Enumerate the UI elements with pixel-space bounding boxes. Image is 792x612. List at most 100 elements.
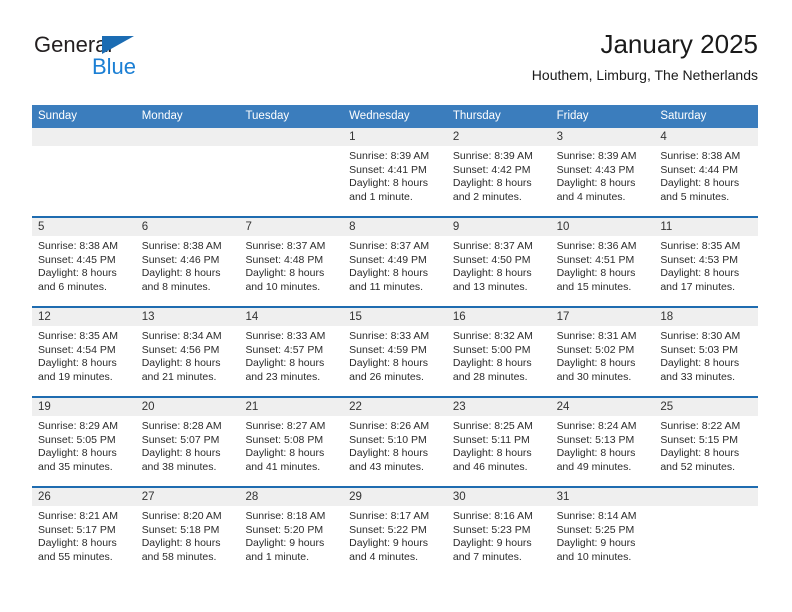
day-cell[interactable]: 24 Sunrise: 8:24 AM Sunset: 5:13 PM Dayligh… — [550, 398, 655, 486]
day-number — [239, 128, 344, 146]
day-detail-sunrise: Sunrise: 8:38 AM — [141, 240, 222, 252]
day-detail-daylight1: Daylight: 8 hours — [141, 447, 221, 460]
day-detail-daylight1: Daylight: 8 hours — [556, 447, 636, 460]
day-details: Sunrise: 8:34 AM Sunset: 4:56 PM Daylight:… — [136, 326, 240, 384]
day-detail-daylight1: Daylight: 8 hours — [38, 267, 117, 280]
day-number: 19 — [32, 398, 136, 416]
logo-text-blue: Blue — [92, 54, 137, 79]
day-detail-sunrise: Sunrise: 8:16 AM — [452, 510, 533, 522]
page-header: General Blue January 2025 Houthem, Limbu… — [34, 28, 758, 96]
day-detail-sunrise: Sunrise: 8:24 AM — [556, 420, 637, 432]
day-detail-daylight1: Daylight: 8 hours — [38, 537, 117, 550]
day-detail-sunset: Sunset: 5:22 PM — [349, 523, 427, 536]
day-detail-daylight2: and 11 minutes. — [349, 280, 424, 293]
day-cell[interactable]: 13 Sunrise: 8:34 AM Sunset: 4:56 PM Dayligh… — [135, 308, 240, 396]
day-cell[interactable]: 29 Sunrise: 8:17 AM Sunset: 5:22 PM Dayligh… — [343, 488, 447, 576]
day-detail-daylight1: Daylight: 8 hours — [660, 357, 740, 370]
day-detail-sunrise: Sunrise: 8:39 AM — [349, 150, 430, 162]
day-number: 1 — [343, 128, 447, 146]
day-number: 4 — [654, 128, 759, 146]
day-detail-daylight1: Daylight: 8 hours — [660, 267, 740, 280]
day-detail-sunrise: Sunrise: 8:29 AM — [38, 420, 118, 432]
day-detail-sunset: Sunset: 5:13 PM — [556, 433, 635, 446]
day-detail-sunrise: Sunrise: 8:32 AM — [452, 330, 533, 342]
day-detail-daylight2: and 55 minutes. — [38, 550, 113, 563]
day-detail-daylight1: Daylight: 8 hours — [245, 447, 325, 460]
day-cell[interactable]: 18 Sunrise: 8:30 AM Sunset: 5:03 PM Dayligh… — [654, 308, 759, 396]
day-cell[interactable]: 6 Sunrise: 8:38 AM Sunset: 4:46 PM Daylight… — [135, 218, 240, 306]
day-cell[interactable]: 23 Sunrise: 8:25 AM Sunset: 5:11 PM Dayligh… — [446, 398, 551, 486]
day-detail-daylight1: Daylight: 8 hours — [349, 447, 428, 460]
day-details: Sunrise: 8:35 AM Sunset: 4:53 PM Daylight:… — [654, 236, 758, 294]
day-cell[interactable]: 9 Sunrise: 8:37 AM Sunset: 4:50 PM Daylight… — [446, 218, 551, 306]
day-detail-daylight2: and 38 minutes. — [141, 460, 217, 473]
day-detail-sunset: Sunset: 4:56 PM — [141, 343, 220, 356]
day-cell[interactable]: 10 Sunrise: 8:36 AM Sunset: 4:51 PM Dayligh… — [550, 218, 655, 306]
day-detail-sunset: Sunset: 5:11 PM — [452, 433, 530, 446]
day-detail-daylight2: and 52 minutes. — [660, 460, 736, 473]
day-cell[interactable]: 28 Sunrise: 8:18 AM Sunset: 5:20 PM Dayligh… — [239, 488, 344, 576]
day-cell[interactable]: 26 Sunrise: 8:21 AM Sunset: 5:17 PM Dayligh… — [32, 488, 136, 576]
day-detail-daylight1: Daylight: 8 hours — [349, 267, 428, 280]
day-detail-sunrise: Sunrise: 8:34 AM — [141, 330, 222, 342]
day-detail-sunrise: Sunrise: 8:33 AM — [349, 330, 430, 342]
day-cell[interactable]: 25 Sunrise: 8:22 AM Sunset: 5:15 PM Dayligh… — [654, 398, 759, 486]
day-detail-daylight1: Daylight: 8 hours — [452, 357, 532, 370]
day-number: 25 — [654, 398, 759, 416]
day-detail-sunrise: Sunrise: 8:35 AM — [38, 330, 118, 342]
day-detail-daylight1: Daylight: 9 hours — [452, 537, 532, 550]
day-cell[interactable]: 14 Sunrise: 8:33 AM Sunset: 4:57 PM Dayligh… — [239, 308, 344, 396]
day-detail-sunrise: Sunrise: 8:25 AM — [452, 420, 533, 432]
day-number — [32, 128, 136, 146]
day-detail-sunrise: Sunrise: 8:36 AM — [556, 240, 637, 252]
day-number: 30 — [446, 488, 551, 506]
day-details: Sunrise: 8:20 AM Sunset: 5:18 PM Daylight:… — [136, 506, 240, 564]
day-detail-daylight1: Daylight: 9 hours — [245, 537, 325, 550]
calendar-grid: Sunday Monday Tuesday Wednesday Thursday… — [32, 105, 759, 576]
day-number: 8 — [343, 218, 447, 236]
day-cell[interactable]: 5 Sunrise: 8:38 AM Sunset: 4:45 PM Daylight… — [32, 218, 136, 306]
day-detail-sunrise: Sunrise: 8:21 AM — [38, 510, 118, 522]
day-cell[interactable]: 22 Sunrise: 8:26 AM Sunset: 5:10 PM Dayligh… — [343, 398, 447, 486]
day-cell[interactable]: 27 Sunrise: 8:20 AM Sunset: 5:18 PM Dayligh… — [135, 488, 240, 576]
day-cell[interactable]: 2 Sunrise: 8:39 AM Sunset: 4:42 PM Daylight… — [446, 128, 551, 216]
day-cell-empty — [135, 128, 240, 216]
day-details: Sunrise: 8:22 AM Sunset: 5:15 PM Daylight:… — [654, 416, 758, 474]
day-details: Sunrise: 8:31 AM Sunset: 5:02 PM Daylight:… — [551, 326, 655, 384]
general-blue-logo[interactable]: General Blue — [34, 32, 234, 88]
day-cell[interactable]: 12 Sunrise: 8:35 AM Sunset: 4:54 PM Dayligh… — [32, 308, 136, 396]
day-detail-sunset: Sunset: 4:44 PM — [660, 163, 738, 176]
day-cell[interactable]: 17 Sunrise: 8:31 AM Sunset: 5:02 PM Dayligh… — [550, 308, 655, 396]
day-detail-daylight2: and 58 minutes. — [141, 550, 217, 563]
day-cell[interactable]: 30 Sunrise: 8:16 AM Sunset: 5:23 PM Dayligh… — [446, 488, 551, 576]
day-detail-sunset: Sunset: 4:50 PM — [452, 253, 531, 266]
day-detail-daylight1: Daylight: 8 hours — [245, 267, 325, 280]
day-detail-sunset: Sunset: 5:07 PM — [141, 433, 220, 446]
day-number: 16 — [446, 308, 551, 326]
day-detail-daylight2: and 41 minutes. — [245, 460, 321, 473]
day-cell[interactable]: 20 Sunrise: 8:28 AM Sunset: 5:07 PM Dayligh… — [135, 398, 240, 486]
day-detail-sunset: Sunset: 4:54 PM — [38, 343, 116, 356]
day-detail-daylight1: Daylight: 8 hours — [452, 267, 532, 280]
day-cell[interactable]: 19 Sunrise: 8:29 AM Sunset: 5:05 PM Dayligh… — [32, 398, 136, 486]
day-number: 28 — [239, 488, 344, 506]
day-cell[interactable]: 3 Sunrise: 8:39 AM Sunset: 4:43 PM Daylight… — [550, 128, 655, 216]
day-cell[interactable]: 4 Sunrise: 8:38 AM Sunset: 4:44 PM Daylight… — [654, 128, 759, 216]
day-details: Sunrise: 8:26 AM Sunset: 5:10 PM Daylight:… — [343, 416, 447, 474]
day-cell[interactable]: 1 Sunrise: 8:39 AM Sunset: 4:41 PM Daylight… — [343, 128, 447, 216]
day-detail-sunset: Sunset: 5:17 PM — [38, 523, 116, 536]
day-cell[interactable]: 21 Sunrise: 8:27 AM Sunset: 5:08 PM Dayligh… — [239, 398, 344, 486]
day-detail-sunrise: Sunrise: 8:33 AM — [245, 330, 326, 342]
day-cell[interactable]: 31 Sunrise: 8:14 AM Sunset: 5:25 PM Dayligh… — [550, 488, 655, 576]
day-detail-daylight2: and 49 minutes. — [556, 460, 632, 473]
day-details: Sunrise: 8:37 AM Sunset: 4:49 PM Daylight:… — [343, 236, 447, 294]
day-number: 26 — [32, 488, 136, 506]
day-cell[interactable]: 8 Sunrise: 8:37 AM Sunset: 4:49 PM Daylight… — [343, 218, 447, 306]
day-details: Sunrise: 8:35 AM Sunset: 4:54 PM Daylight:… — [32, 326, 136, 384]
day-number: 7 — [239, 218, 344, 236]
day-cell[interactable]: 15 Sunrise: 8:33 AM Sunset: 4:59 PM Dayligh… — [343, 308, 447, 396]
day-cell[interactable]: 7 Sunrise: 8:37 AM Sunset: 4:48 PM Daylight… — [239, 218, 344, 306]
day-cell[interactable]: 11 Sunrise: 8:35 AM Sunset: 4:53 PM Dayligh… — [654, 218, 759, 306]
day-cell[interactable]: 16 Sunrise: 8:32 AM Sunset: 5:00 PM Dayligh… — [446, 308, 551, 396]
day-detail-sunset: Sunset: 5:15 PM — [660, 433, 738, 446]
